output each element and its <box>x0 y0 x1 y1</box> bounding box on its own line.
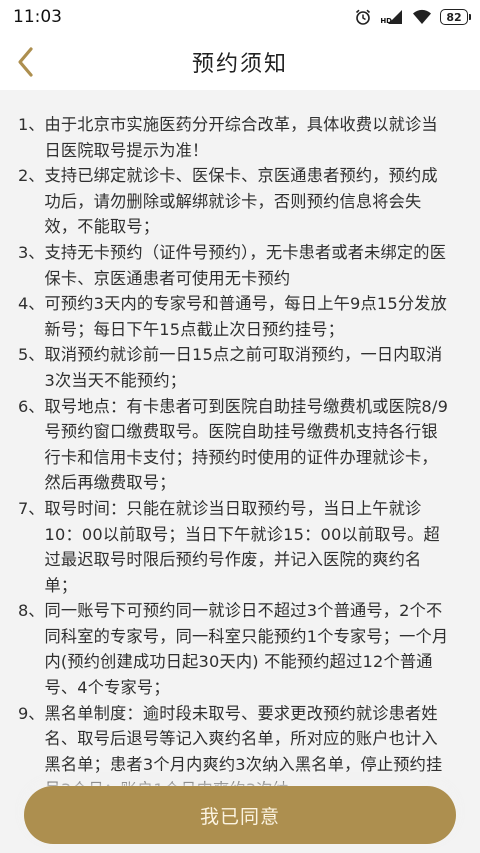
notice-item: 8、 同一账号下可预约同一就诊日不超过3个普通号，2个不同科室的专家号，同一科室… <box>18 598 452 700</box>
notice-number: 3、 <box>18 242 45 262</box>
notice-text: 取消预约就诊前一日15点之前可取消预约，一日内取消3次当天不能预约； <box>44 345 443 390</box>
notice-text: 取号地点：有卡患者可到医院自助挂号缴费机或医院8/9号预约窗口缴费取号。医院自助… <box>44 396 449 493</box>
notice-item: 7、 取号时间：只能在就诊当日取预约号，当日上午就诊10：00以前取号；当日下午… <box>18 496 452 598</box>
notice-text: 取号时间：只能在就诊当日取预约号，当日上午就诊10：00以前取号；当日下午就诊1… <box>44 498 440 595</box>
page-title: 预约须知 <box>191 52 288 77</box>
alarm-icon <box>354 8 372 26</box>
notice-item: 3、 支持无卡预约（证件号预约），无卡患者或者未绑定的医保卡、京医通患者可使用无… <box>18 240 452 291</box>
notice-item: 2、 支持已绑定就诊卡、医保卡、京医通患者预约，预约成功后，请勿删除或解绑就诊卡… <box>18 163 452 240</box>
header: 预约须知 <box>0 34 480 90</box>
status-bar: 11:03 HD 82 <box>0 0 480 34</box>
status-icons: HD 82 <box>354 8 471 26</box>
battery-icon: 82 <box>440 9 471 25</box>
notice-number: 5、 <box>18 345 45 365</box>
notice-item: 1、 由于北京市实施医药分开综合改革，具体收费以就诊当日医院取号提示为准！ <box>18 112 452 163</box>
notice-text: 同一账号下可预约同一就诊日不超过3个普通号，2个不同科室的专家号，同一科室只能预… <box>44 601 449 698</box>
notice-text: 支持无卡预约（证件号预约），无卡患者或者未绑定的医保卡、京医通患者可使用无卡预约 <box>44 242 447 288</box>
notice-panel[interactable]: 1、 由于北京市实施医药分开综合改革，具体收费以就诊当日医院取号提示为准！ 2、… <box>0 90 480 853</box>
battery-level: 82 <box>446 10 462 24</box>
notice-number: 1、 <box>18 115 45 134</box>
notice-number: 4、 <box>18 294 45 314</box>
chevron-left-icon <box>18 47 33 77</box>
notice-list[interactable]: 1、 由于北京市实施医药分开综合改革，具体收费以就诊当日医院取号提示为准！ 2、… <box>0 112 480 814</box>
notice-number: 2、 <box>18 166 45 186</box>
notice-number: 7、 <box>18 498 45 518</box>
wifi-icon <box>412 9 432 25</box>
agree-button[interactable]: 我已同意 <box>24 786 456 844</box>
back-button[interactable] <box>6 42 46 82</box>
notice-text: 可预约3天内的专家号和普通号，每日上午9点15分发放新号；每日下午15点截止次日… <box>44 294 448 339</box>
notice-item: 4、 可预约3天内的专家号和普通号，每日上午9点15分发放新号；每日下午15点截… <box>18 291 452 342</box>
notice-number: 6、 <box>18 396 45 416</box>
signal-icon: HD <box>380 9 404 25</box>
status-time: 11:03 <box>13 7 62 27</box>
notice-item: 6、 取号地点：有卡患者可到医院自助挂号缴费机或医院8/9号预约窗口缴费取号。医… <box>18 394 452 496</box>
notice-number: 8、 <box>18 601 45 621</box>
notice-text: 由于北京市实施医药分开综合改革，具体收费以就诊当日医院取号提示为准！ <box>44 115 438 160</box>
notice-item: 5、 取消预约就诊前一日15点之前可取消预约，一日内取消3次当天不能预约； <box>18 342 452 393</box>
notice-text: 支持已绑定就诊卡、医保卡、京医通患者预约，预约成功后，请勿删除或解绑就诊卡，否则… <box>44 166 438 237</box>
